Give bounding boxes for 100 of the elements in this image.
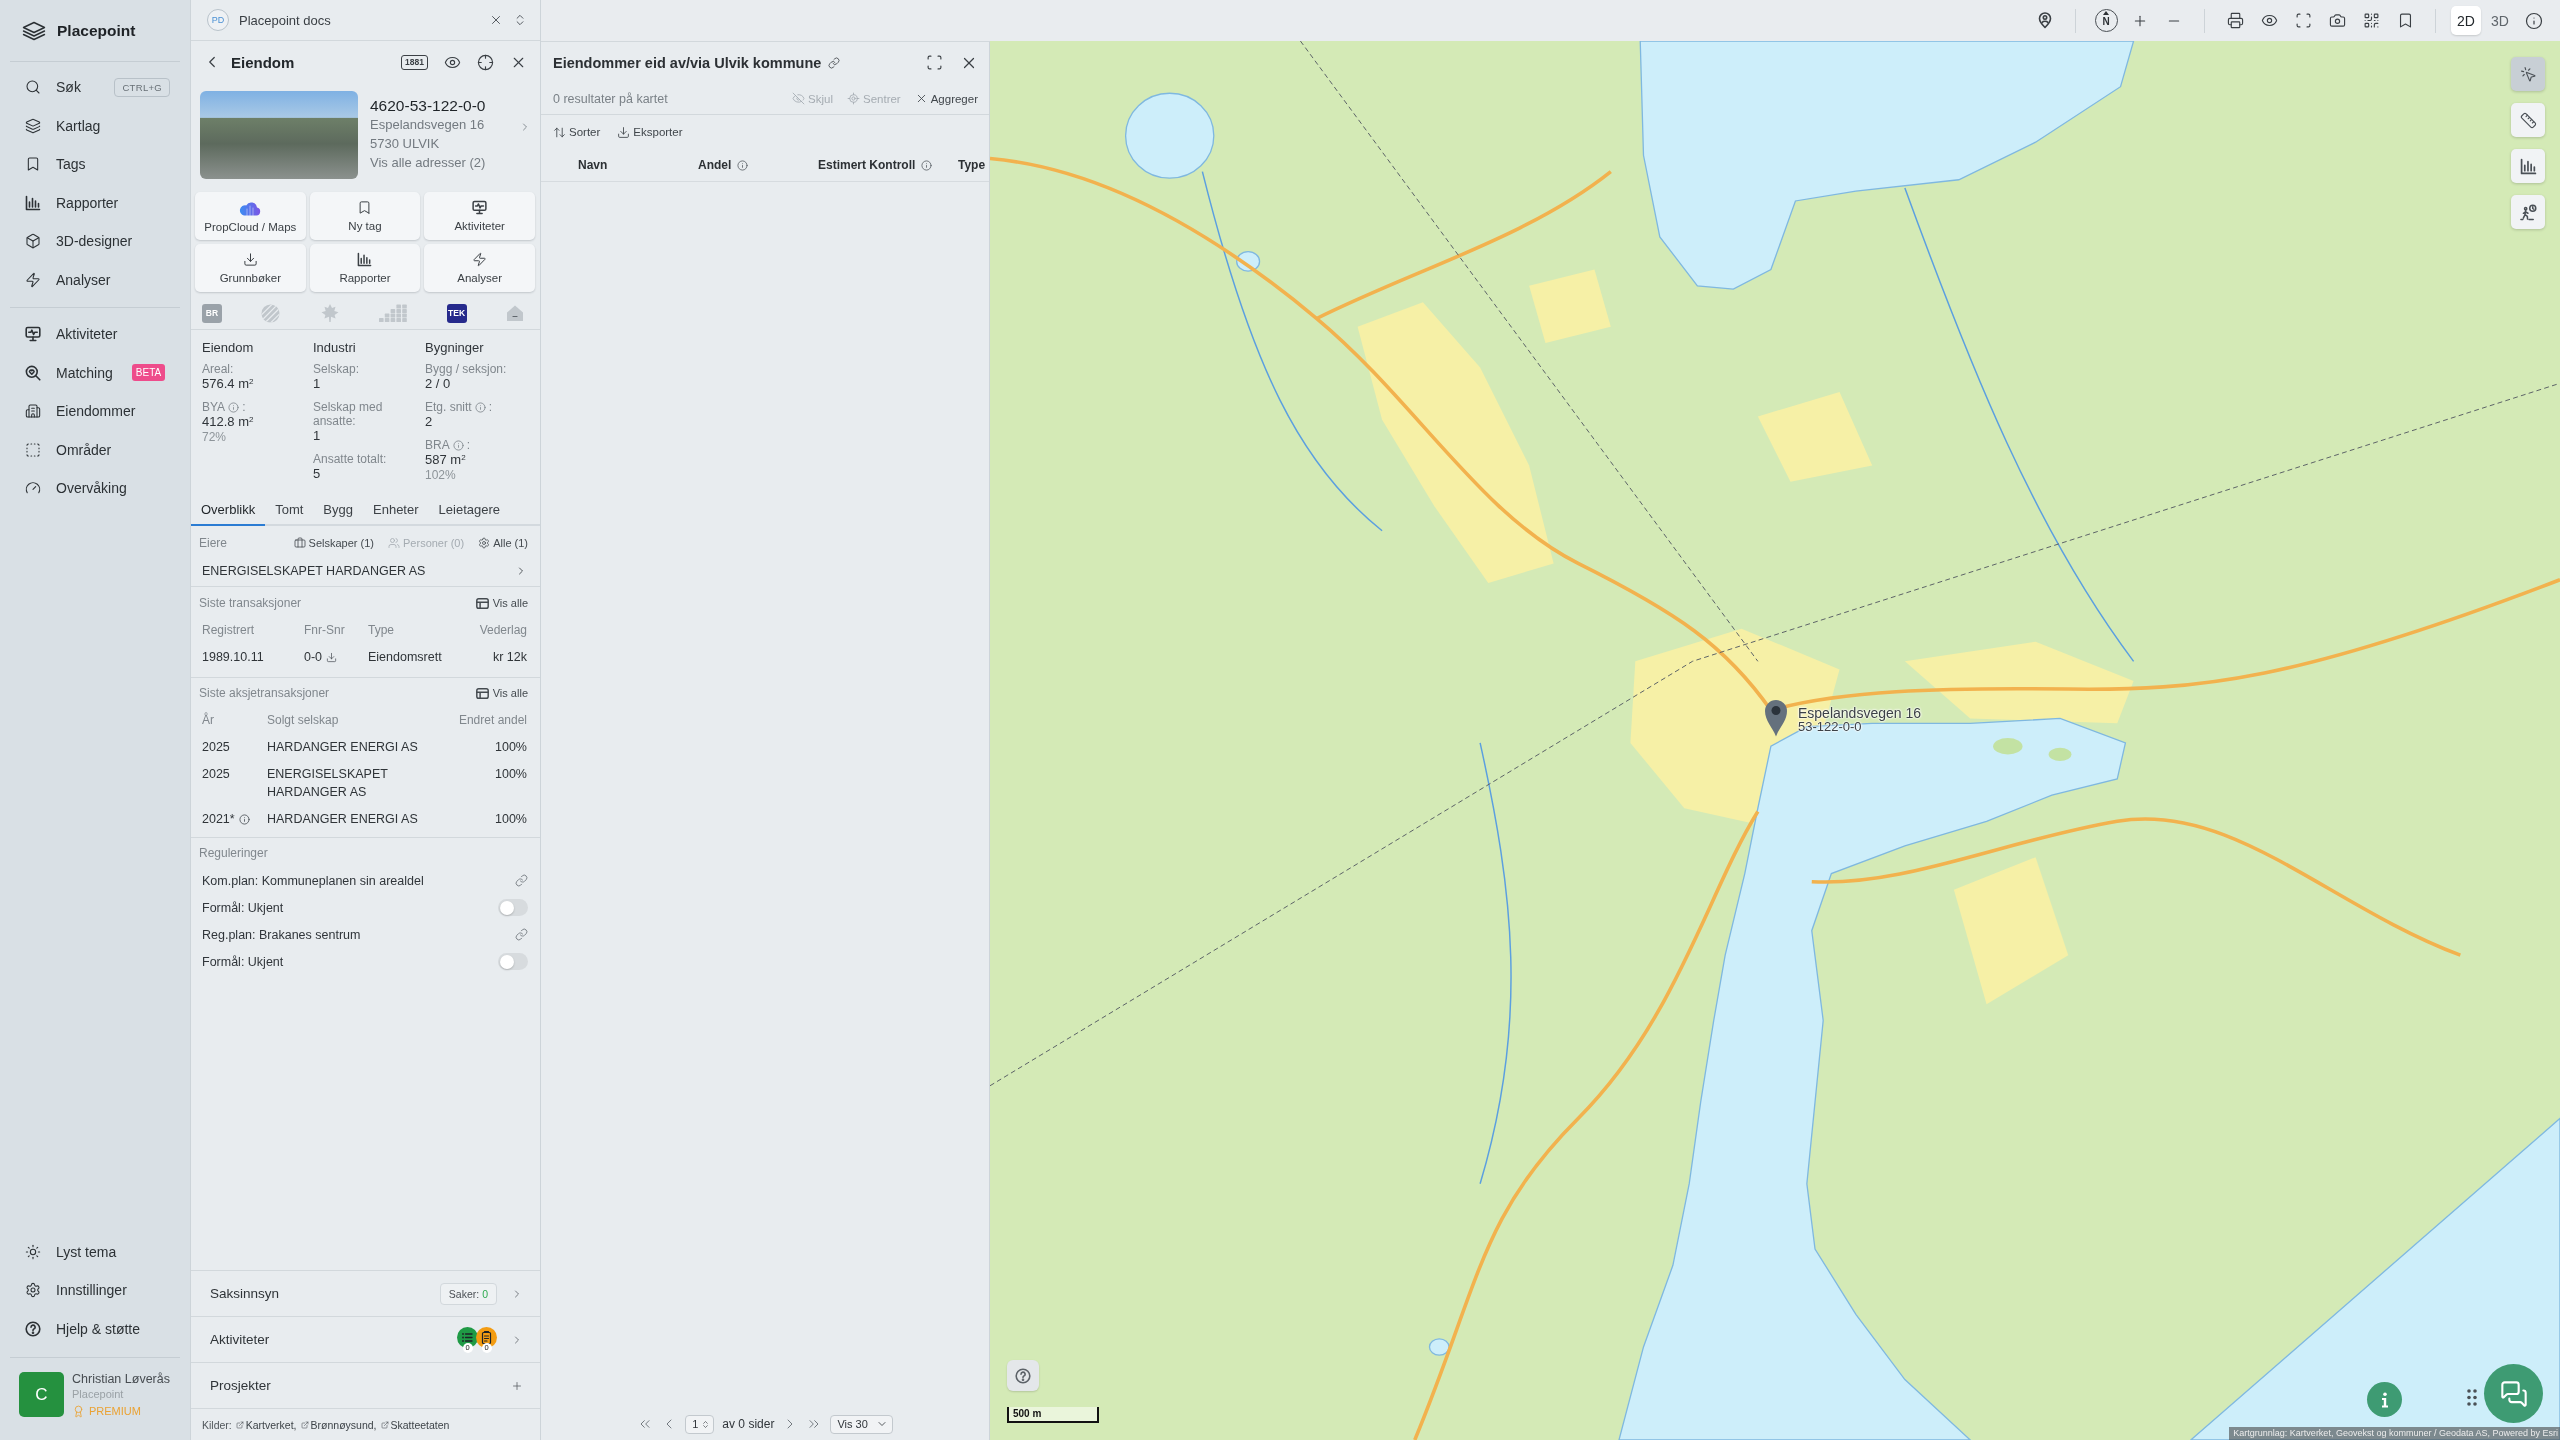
column-header[interactable]: Estimert Kontroll: [818, 158, 916, 172]
bookmark-icon: [25, 156, 41, 173]
brand-name: Placepoint: [57, 21, 136, 40]
action-button[interactable]: Aktiviteter: [424, 192, 535, 240]
map-pin-icon[interactable]: [1764, 699, 1788, 737]
target-icon: [846, 92, 860, 105]
eye-icon[interactable]: [2260, 12, 2278, 29]
register-badge[interactable]: TEK: [446, 303, 467, 323]
sidebar-item[interactable]: Eiendommer: [10, 392, 180, 431]
workspace-name[interactable]: Placepoint docs: [239, 12, 331, 28]
help-button[interactable]: [1007, 1360, 1039, 1391]
toggle-switch[interactable]: [498, 953, 528, 970]
regulation-plan: Kom.plan: Kommuneplanen sin arealdel: [202, 873, 424, 888]
link-icon[interactable]: [515, 928, 528, 941]
fullscreen-icon[interactable]: [2294, 12, 2312, 29]
toolbar-button[interactable]: Eksporter: [617, 125, 683, 139]
sidebar-item[interactable]: Matching BETA: [10, 353, 180, 392]
toolbar-button[interactable]: Sorter: [553, 125, 601, 139]
action-button[interactable]: Rapporter: [309, 244, 421, 292]
island: [1993, 738, 2023, 755]
owner-row[interactable]: ENERGISELSKAPET HARDANGER AS: [191, 557, 540, 587]
sidebar-item[interactable]: Aktiviteter: [10, 315, 180, 354]
table-cell-text: 100%: [495, 811, 527, 828]
workspace-avatar: PD: [207, 9, 229, 31]
table-cell-text: 100%: [495, 766, 527, 783]
info-icon[interactable]: [2525, 11, 2543, 30]
user-avatar[interactable]: C: [19, 1372, 64, 1417]
expand-icon[interactable]: [926, 54, 943, 71]
download-icon[interactable]: [326, 651, 338, 663]
location-pin-icon[interactable]: [2037, 12, 2053, 29]
section-header[interactable]: Saksinnsyn Saker: 0: [191, 1270, 540, 1316]
action-button[interactable]: Analyser: [424, 244, 535, 292]
map-tool-button[interactable]: [2511, 195, 2545, 229]
tab[interactable]: Leietagere: [428, 495, 510, 526]
regulation-purpose: Formål: Ukjent: [202, 900, 284, 915]
source-link[interactable]: Kartverket,: [235, 1418, 297, 1431]
sidebar-item[interactable]: Tags: [10, 145, 180, 184]
action-button[interactable]: Ny tag: [309, 192, 421, 240]
sidebar-item[interactable]: Søk CTRL+G: [10, 68, 180, 107]
column-header[interactable]: Navn: [578, 158, 608, 172]
sidebar-item[interactable]: Innstillinger: [10, 1271, 180, 1310]
sidebar-item[interactable]: Lyst tema: [10, 1232, 180, 1271]
stat-percentage: 72%: [202, 430, 228, 445]
sidebar-item[interactable]: Analyser: [10, 260, 180, 299]
view-mode-tab[interactable]: 3D: [2485, 6, 2515, 35]
printer-icon[interactable]: [2226, 12, 2244, 29]
toggle-switch[interactable]: [498, 899, 528, 916]
page-number-field[interactable]: 1: [685, 1414, 715, 1434]
filter-button[interactable]: Selskaper (1): [293, 537, 374, 549]
qr-code-icon[interactable]: [2362, 12, 2380, 29]
map-tool-button[interactable]: [2511, 57, 2545, 91]
link-icon[interactable]: [515, 874, 528, 887]
tab[interactable]: Tomt: [265, 495, 314, 526]
table-icon: [475, 687, 489, 699]
sidebar-item[interactable]: Rapporter: [10, 183, 180, 222]
camera-icon[interactable]: [2328, 12, 2346, 29]
column-header: Solgt selskap: [267, 712, 339, 729]
map-tool-button[interactable]: [2511, 103, 2545, 137]
close-icon[interactable]: [489, 13, 503, 27]
crosshair-icon[interactable]: [477, 53, 494, 71]
section-header[interactable]: Prosjekter: [191, 1362, 540, 1408]
lightning-icon: [25, 271, 41, 288]
sidebar-item[interactable]: Områder: [10, 430, 180, 469]
view-all-link[interactable]: Vis alle: [475, 687, 528, 699]
column-header: År: [202, 711, 214, 729]
sidebar-item[interactable]: Kartlag: [10, 106, 180, 145]
sidebar-item[interactable]: Hjelp & støtte: [10, 1309, 180, 1348]
user-name: Christian Løverås: [72, 1372, 170, 1387]
source-link[interactable]: Brønnøysund,: [300, 1418, 377, 1431]
view-all-link[interactable]: Vis alle: [475, 597, 528, 609]
view-mode-tab[interactable]: 2D: [2451, 6, 2481, 35]
all-addresses-link[interactable]: Vis alle adresser (2): [370, 153, 507, 172]
gear-icon: [478, 537, 491, 549]
directory-button[interactable]: 1881: [401, 54, 428, 70]
filter-button[interactable]: Alle (1): [478, 537, 528, 549]
tab[interactable]: Overblikk: [191, 495, 266, 526]
toolbar-button[interactable]: Aggreger: [914, 92, 978, 105]
sun-icon: [25, 1243, 41, 1260]
regulation-plan: Reg.plan: Brakanes sentrum: [202, 927, 361, 942]
link-icon[interactable]: [828, 56, 841, 69]
stat-value: 5: [313, 466, 322, 482]
column-header[interactable]: Andel: [698, 158, 732, 172]
cloud-icon: [239, 199, 262, 216]
action-button[interactable]: PropCloud / Maps: [195, 192, 306, 240]
page-size-select[interactable]: Vis 30: [830, 1414, 893, 1434]
map-tool-button[interactable]: [2511, 149, 2545, 183]
panel-title: Eiendom: [231, 53, 295, 71]
property-id: 4620-53-122-0-0: [370, 97, 487, 115]
tab[interactable]: Bygg: [313, 495, 363, 526]
marker-sublabel: 53-122-0-0: [1798, 720, 1862, 733]
scale-bar: 500 m: [1007, 1407, 1099, 1423]
sidebar-item[interactable]: 3D-designer: [10, 222, 180, 261]
action-button[interactable]: Grunnbøker: [195, 244, 306, 292]
tab[interactable]: Enheter: [363, 495, 429, 526]
island: [2048, 747, 2072, 761]
sidebar-item[interactable]: Overvåking: [10, 469, 180, 508]
stat-value: 1: [313, 376, 322, 392]
source-link[interactable]: Skatteetaten: [380, 1418, 450, 1431]
drag-handle-icon[interactable]: [2467, 1389, 2477, 1406]
column-header[interactable]: Type: [958, 158, 986, 172]
